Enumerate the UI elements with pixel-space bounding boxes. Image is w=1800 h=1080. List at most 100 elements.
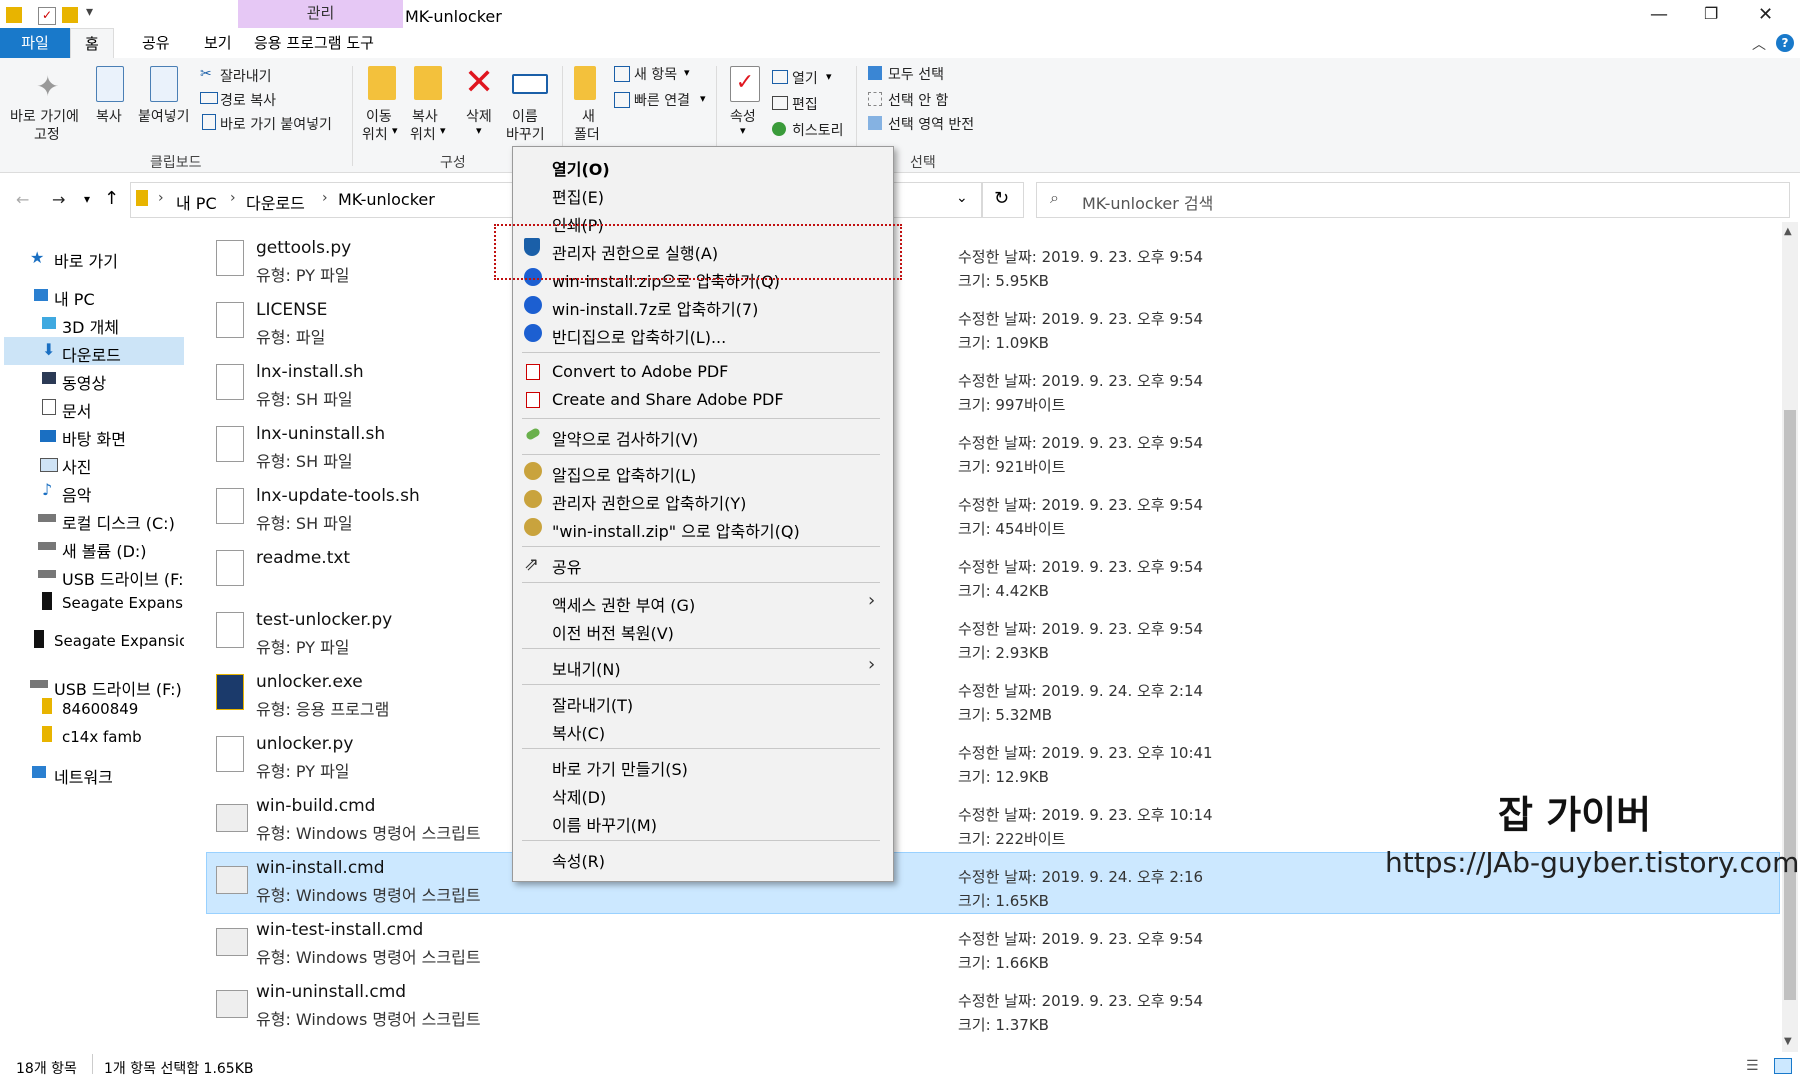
tab-home[interactable]: 홈 bbox=[70, 28, 114, 59]
paste-button[interactable]: 붙여넣기 bbox=[138, 106, 190, 126]
recent-locations-icon[interactable]: ▾ bbox=[84, 192, 90, 206]
nav-downloads[interactable]: 다운로드 bbox=[62, 342, 121, 366]
rename-label-1[interactable]: 이름 bbox=[512, 106, 538, 126]
scrollbar-thumb[interactable] bbox=[1784, 410, 1796, 1000]
close-icon[interactable]: ✕ bbox=[1758, 4, 1773, 25]
nav-seagate-1[interactable]: Seagate Expansio bbox=[62, 594, 184, 612]
copy-button[interactable]: 복사 bbox=[96, 106, 122, 126]
back-arrow-icon[interactable]: ← bbox=[16, 190, 29, 209]
nav-folder-84600849[interactable]: 84600849 bbox=[62, 700, 138, 718]
tab-view[interactable]: 보기 bbox=[190, 28, 246, 58]
open-dropdown-icon[interactable]: ▾ bbox=[826, 70, 832, 83]
new-item-dropdown-icon[interactable]: ▾ bbox=[684, 66, 690, 79]
ctx-share[interactable]: 공유 bbox=[552, 554, 581, 578]
nav-music[interactable]: 음악 bbox=[62, 482, 91, 506]
delete-button[interactable]: 삭제 bbox=[466, 106, 492, 126]
customize-quick-access-icon[interactable]: ▾ bbox=[86, 4, 93, 20]
move-to-label-2[interactable]: 위치 bbox=[362, 124, 388, 144]
management-context-tab[interactable]: 관리 bbox=[238, 0, 403, 28]
nav-this-pc[interactable]: 내 PC bbox=[54, 286, 95, 310]
ctx-cut[interactable]: 잘라내기(T) bbox=[552, 692, 633, 716]
tab-share[interactable]: 공유 bbox=[128, 28, 184, 58]
ctx-alzip-zip[interactable]: "win-install.zip" 으로 압축하기(Q) bbox=[552, 518, 800, 542]
nav-quick-access[interactable]: 바로 가기 bbox=[54, 248, 118, 272]
cut-button[interactable]: 잘라내기 bbox=[220, 66, 272, 86]
large-icons-view-icon[interactable] bbox=[1774, 1058, 1792, 1074]
nav-folder-c14x[interactable]: c14x famb bbox=[62, 728, 142, 746]
tab-app-tools[interactable]: 응용 프로그램 도구 bbox=[240, 28, 388, 58]
easy-access-dropdown-icon[interactable]: ▾ bbox=[700, 92, 706, 105]
new-folder-label-1[interactable]: 새 bbox=[582, 106, 595, 126]
ctx-send-to[interactable]: 보내기(N) bbox=[552, 656, 621, 680]
nav-network[interactable]: 네트워크 bbox=[54, 764, 113, 788]
nav-3d-objects[interactable]: 3D 개체 bbox=[62, 314, 119, 338]
tab-file[interactable]: 파일 bbox=[0, 28, 70, 58]
ctx-alzip[interactable]: 알집으로 압축하기(L) bbox=[552, 462, 696, 486]
breadcrumb-downloads[interactable]: 다운로드 bbox=[246, 190, 305, 214]
usb-drive-icon bbox=[38, 570, 56, 578]
copy-to-label-1[interactable]: 복사 bbox=[412, 106, 438, 126]
scroll-up-icon[interactable]: ▲ bbox=[1784, 226, 1792, 237]
easy-access-button[interactable]: 빠른 연결 bbox=[634, 90, 690, 110]
ctx-create-shortcut[interactable]: 바로 가기 만들기(S) bbox=[552, 756, 688, 780]
nav-desktop[interactable]: 바탕 화면 bbox=[62, 426, 126, 450]
up-arrow-icon[interactable]: ↑ bbox=[104, 188, 119, 209]
ctx-alyac-scan[interactable]: 알약으로 검사하기(V) bbox=[552, 426, 698, 450]
move-to-dropdown-icon[interactable]: ▾ bbox=[392, 124, 398, 137]
restore-icon[interactable]: ❐ bbox=[1704, 4, 1718, 23]
address-dropdown-icon[interactable]: ⌄ bbox=[956, 190, 968, 206]
ctx-7z-compress[interactable]: win-install.7z로 압축하기(7) bbox=[552, 296, 758, 320]
ctx-copy[interactable]: 복사(C) bbox=[552, 720, 605, 744]
help-icon[interactable]: ? bbox=[1776, 34, 1794, 52]
ctx-share-pdf[interactable]: Create and Share Adobe PDF bbox=[552, 390, 784, 409]
ctx-give-access[interactable]: 액세스 권한 부여 (G) bbox=[552, 592, 695, 616]
pin-label-1[interactable]: 바로 가기에 bbox=[10, 106, 79, 126]
select-all-button[interactable]: 모두 선택 bbox=[888, 64, 944, 84]
copy-to-dropdown-icon[interactable]: ▾ bbox=[440, 124, 446, 137]
invert-selection-button[interactable]: 선택 영역 반전 bbox=[888, 114, 974, 134]
breadcrumb-this-pc[interactable]: 내 PC bbox=[176, 190, 217, 214]
folder-icon[interactable] bbox=[6, 7, 22, 23]
pin-label-2[interactable]: 고정 bbox=[34, 124, 60, 144]
ctx-restore-versions[interactable]: 이전 버전 복원(V) bbox=[552, 620, 674, 644]
new-folder-label-2[interactable]: 폴더 bbox=[574, 124, 600, 144]
history-button[interactable]: 히스토리 bbox=[792, 120, 844, 140]
forward-arrow-icon[interactable]: → bbox=[52, 190, 65, 209]
scroll-down-icon[interactable]: ▼ bbox=[1784, 1036, 1792, 1047]
properties-button[interactable]: 속성 bbox=[730, 106, 756, 126]
edit-button[interactable]: 편집 bbox=[792, 94, 818, 114]
properties-dropdown-icon[interactable]: ▾ bbox=[740, 124, 746, 137]
new-folder-icon[interactable] bbox=[62, 7, 78, 23]
properties-check-icon[interactable]: ✓ bbox=[38, 7, 56, 25]
delete-dropdown-icon[interactable]: ▾ bbox=[476, 124, 482, 137]
paste-shortcut-button[interactable]: 바로 가기 붙여넣기 bbox=[220, 114, 332, 134]
nav-seagate-2[interactable]: Seagate Expansior bbox=[54, 632, 184, 650]
collapse-ribbon-icon[interactable]: ︿ bbox=[1752, 34, 1766, 54]
ctx-bandizip[interactable]: 반디집으로 압축하기(L)... bbox=[552, 324, 726, 348]
copy-to-label-2[interactable]: 위치 bbox=[410, 124, 436, 144]
copy-path-button[interactable]: 경로 복사 bbox=[220, 90, 276, 110]
ctx-delete[interactable]: 삭제(D) bbox=[552, 784, 606, 808]
music-icon: ♪ bbox=[42, 480, 53, 499]
minimize-icon[interactable]: — bbox=[1650, 4, 1668, 25]
nav-local-disk-c[interactable]: 로컬 디스크 (C:) bbox=[62, 510, 175, 534]
ctx-open[interactable]: 열기(O) bbox=[552, 156, 610, 180]
new-item-button[interactable]: 새 항목 bbox=[634, 64, 677, 84]
nav-usb-f-2[interactable]: USB 드라이브 (F:) bbox=[54, 676, 182, 700]
nav-pictures[interactable]: 사진 bbox=[62, 454, 91, 478]
ctx-alzip-admin[interactable]: 관리자 권한으로 압축하기(Y) bbox=[552, 490, 746, 514]
select-none-button[interactable]: 선택 안 함 bbox=[888, 90, 948, 110]
ctx-convert-pdf[interactable]: Convert to Adobe PDF bbox=[552, 362, 728, 381]
rename-label-2[interactable]: 바꾸기 bbox=[506, 124, 545, 144]
ctx-rename[interactable]: 이름 바꾸기(M) bbox=[552, 812, 657, 836]
breadcrumb-mk-unlocker[interactable]: MK-unlocker bbox=[338, 190, 435, 209]
nav-documents[interactable]: 문서 bbox=[62, 398, 91, 422]
ctx-edit[interactable]: 편집(E) bbox=[552, 184, 604, 208]
nav-videos[interactable]: 동영상 bbox=[62, 370, 106, 394]
move-to-label-1[interactable]: 이동 bbox=[366, 106, 392, 126]
nav-volume-d[interactable]: 새 볼륨 (D:) bbox=[62, 538, 147, 562]
nav-usb-f[interactable]: USB 드라이브 (F:) bbox=[62, 566, 184, 590]
details-view-icon[interactable]: ☰ bbox=[1746, 1058, 1759, 1074]
ctx-properties[interactable]: 속성(R) bbox=[552, 848, 605, 872]
open-button[interactable]: 열기 bbox=[792, 68, 818, 88]
